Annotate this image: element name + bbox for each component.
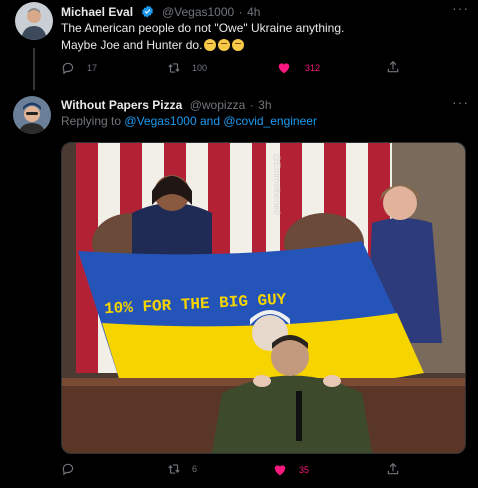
tweet1-reply-count: 17 [87,63,98,73]
watermark-text: @Emmelbene0 [272,153,282,215]
tweet1-share-button[interactable] [386,60,400,74]
tweet1-text-line2: Maybe Joe and Hunter do. [61,38,203,52]
tweet1-retweet-count: 100 [192,63,208,73]
reply-icon [62,463,74,476]
replying-to-user-link[interactable]: @covid_engineer [223,114,317,128]
heart-filled-icon [278,63,290,74]
replying-to-line: Replying to @Vegas1000 and @covid_engine… [61,114,317,128]
tweet2-retweet-button[interactable]: 6 [166,462,197,476]
tweet2-time[interactable]: 3h [258,98,271,112]
tweet2-reply-button[interactable] [61,462,81,476]
thinking-face-icon [204,39,217,51]
separator-dot: · [238,5,243,19]
tweet1-more-icon[interactable]: ··· [452,0,469,16]
share-icon [387,60,399,73]
thinking-face-icon [218,39,231,51]
tweet2-header: Without Papers Pizza @wopizza · 3h [61,96,272,114]
avatar-image [15,2,53,40]
heart-filled-icon [274,465,286,476]
tweet1-text-line2-row: Maybe Joe and Hunter do. [61,37,461,54]
avatar-image [13,96,51,134]
replying-to-prefix: Replying to [61,114,122,128]
avatar-without-papers-pizza[interactable] [13,96,51,134]
avatar-michael-eval[interactable] [15,2,53,40]
retweet-icon [168,63,180,73]
thread-connector [33,48,35,90]
verified-badge-icon [141,5,153,18]
reply-icon [62,62,74,75]
tweet1-header: Michael Eval @Vegas1000 · 4h [61,3,260,21]
meme-photo: 10% FOR THE BIG GUY @Emmelbene0 [62,143,465,453]
tweet2-author-name[interactable]: Without Papers Pizza [61,98,182,112]
tweet1-retweet-button[interactable]: 100 [166,61,207,75]
share-icon [387,462,399,475]
tweet1-author-name[interactable]: Michael Eval [61,5,133,19]
tweet2-like-count: 35 [299,464,310,475]
separator-dot: · [249,98,254,112]
tweet1-time[interactable]: 4h [247,5,260,19]
tweet2-handle[interactable]: @wopizza [190,98,246,112]
replying-to-and: and [199,114,221,128]
tweet2-media-image[interactable]: 10% FOR THE BIG GUY @Emmelbene0 [61,142,466,454]
tweet2-like-button[interactable]: 35 [273,463,309,476]
tweet1-like-count: 312 [305,62,321,73]
tweet1-text: The American people do not "Owe" Ukraine… [61,20,461,54]
thinking-face-icon [232,39,245,51]
tweet1-text-line1: The American people do not "Owe" Ukraine… [61,21,345,35]
tweet1-handle[interactable]: @Vegas1000 [162,5,234,19]
tweet2-retweet-count: 6 [192,464,198,474]
retweet-icon [168,464,180,474]
tweet2-more-icon[interactable]: ··· [452,94,469,110]
replying-to-user-link[interactable]: @Vegas1000 [124,114,196,128]
tweet2-share-button[interactable] [386,462,400,476]
tweet1-reply-button[interactable]: 17 [61,61,97,75]
tweet1-like-button[interactable]: 312 [277,61,320,74]
